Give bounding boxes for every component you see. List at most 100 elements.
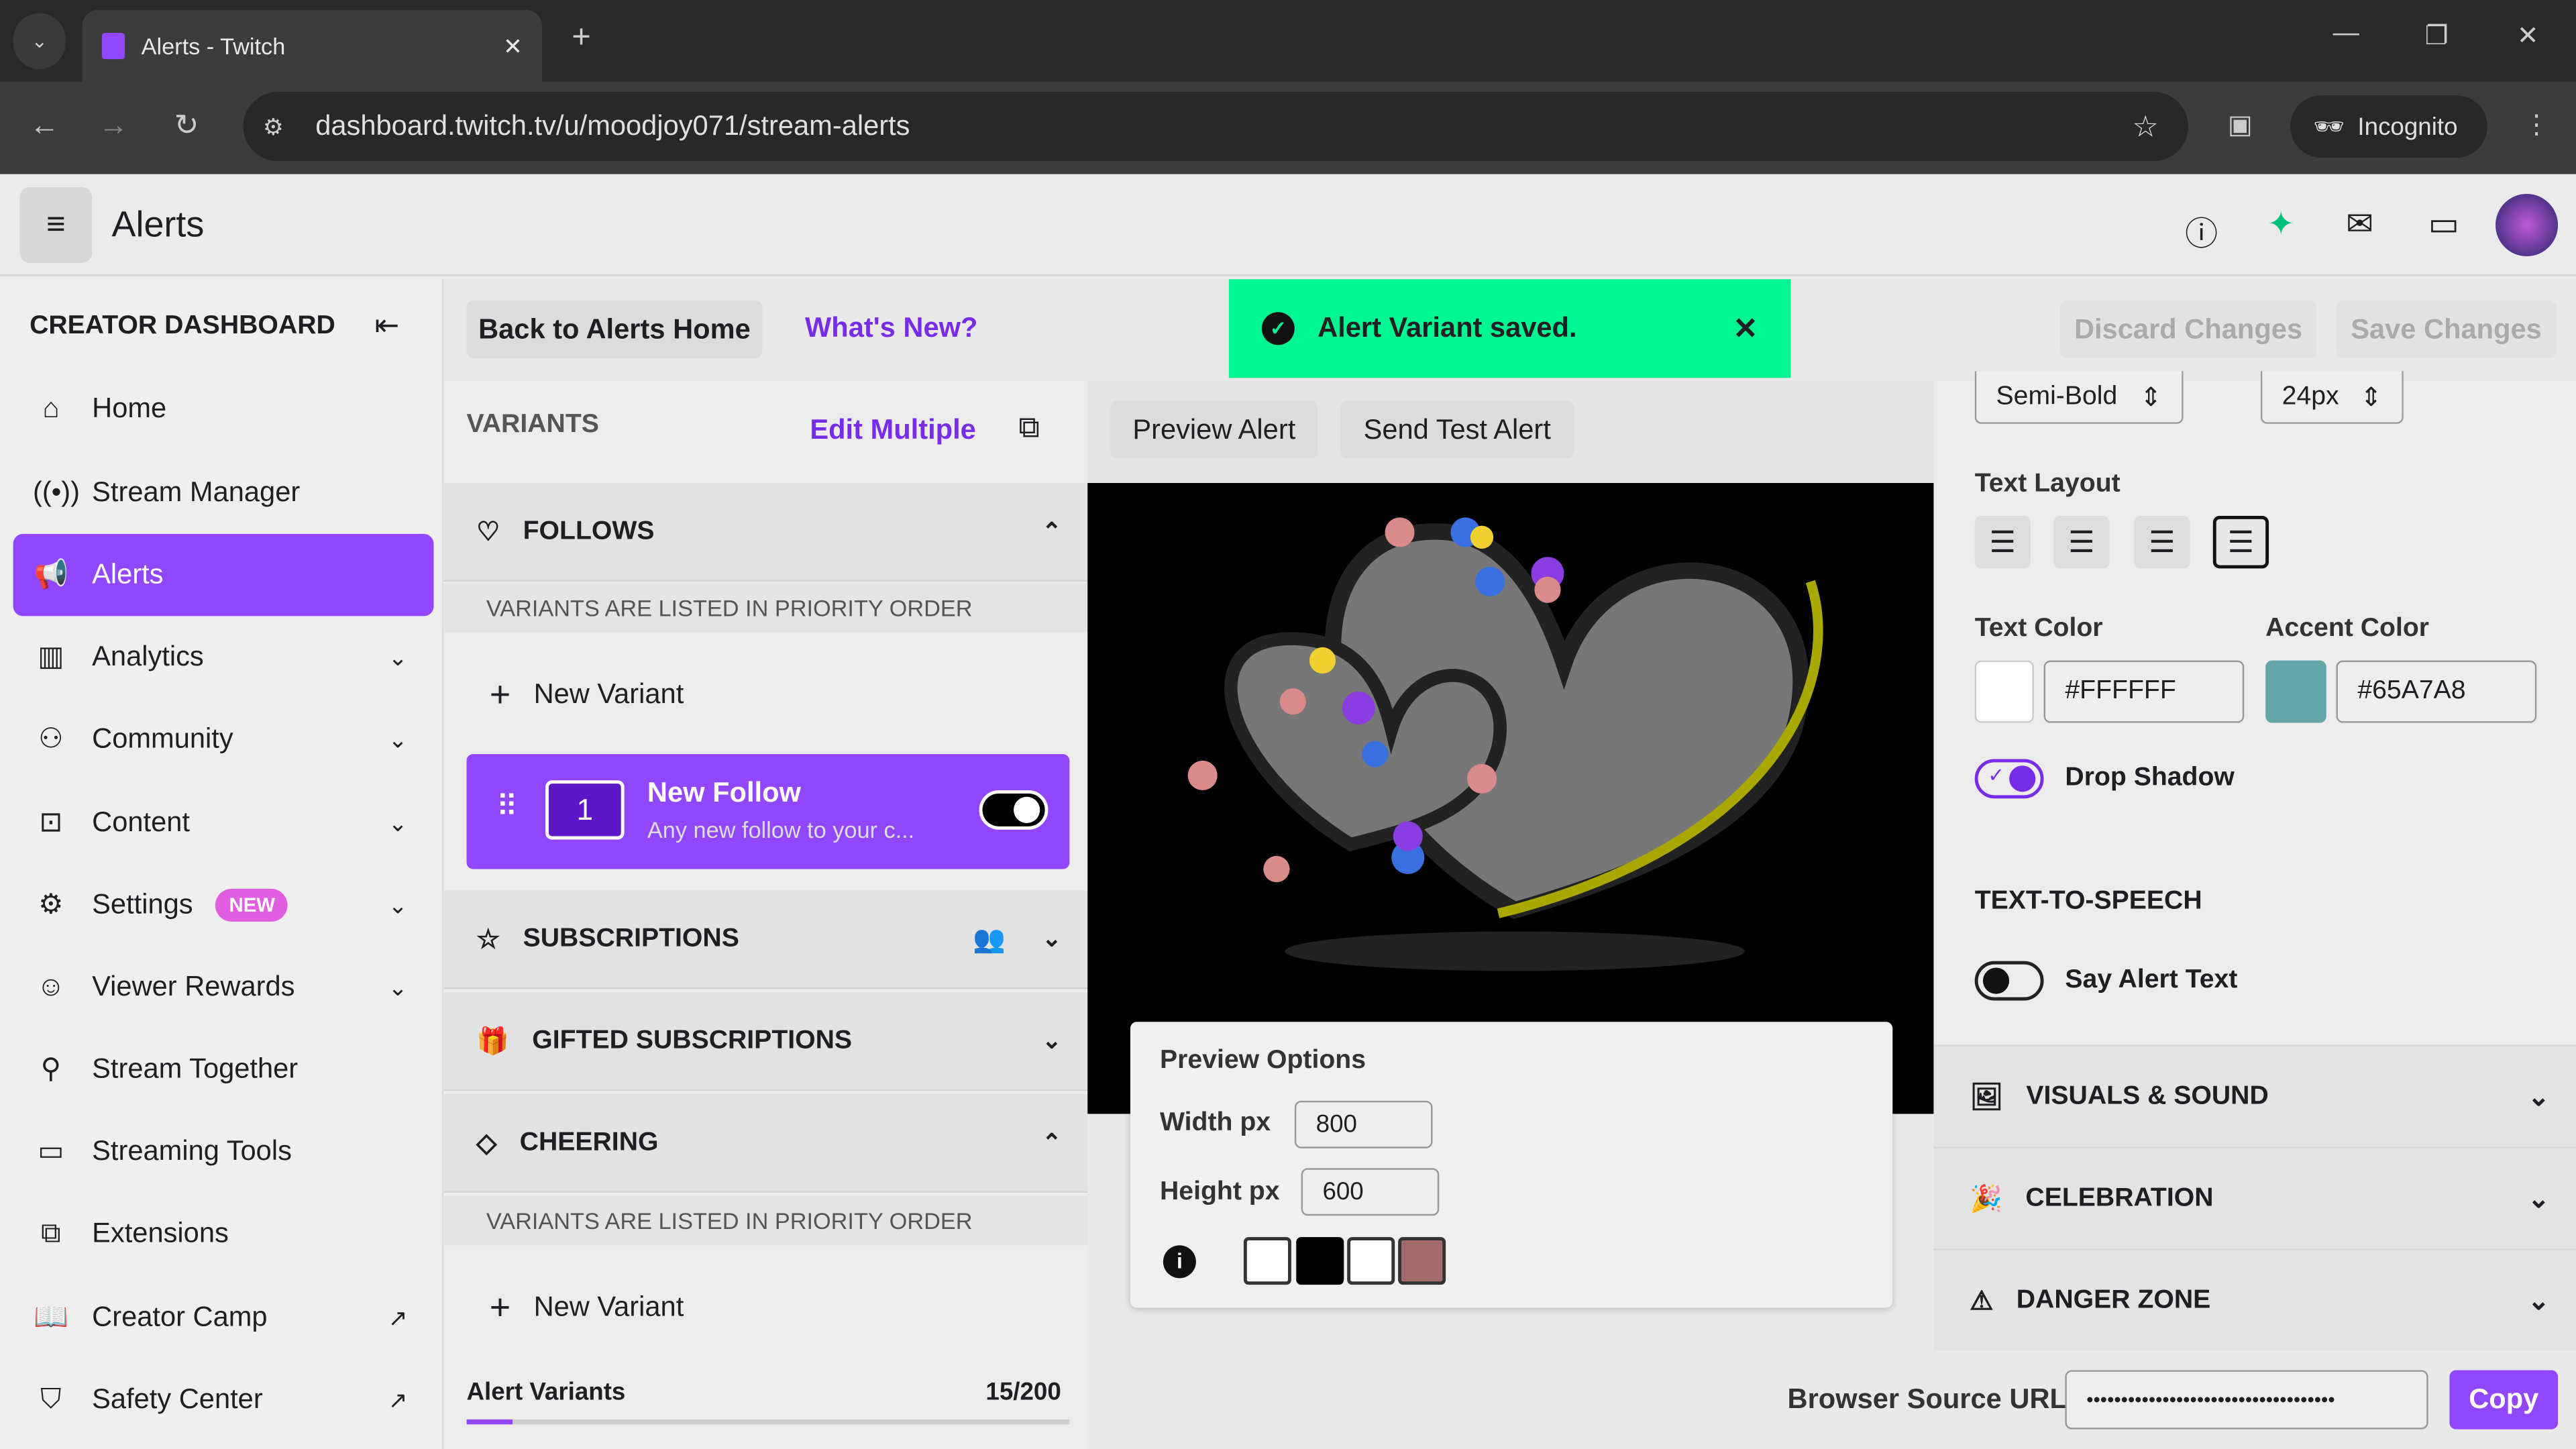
font-weight-select[interactable]: Semi-Bold ⇕ [1974, 371, 2184, 424]
rewards-icon: ☺ [36, 971, 66, 1002]
subscriptions-section-header[interactable]: ☆ SUBSCRIPTIONS 👥 ⌄ [443, 890, 1088, 989]
send-test-alert-button[interactable]: Send Test Alert [1340, 400, 1574, 459]
users-icon[interactable]: 👥 [973, 922, 1006, 955]
visuals-sound-section[interactable]: 🖼 VISUALS & SOUND ⌄ [1933, 1044, 2576, 1147]
sidebar-item-content[interactable]: ⊡ Content ⌄ [13, 782, 434, 864]
sparkle-icon[interactable]: ✦ [2267, 204, 2295, 245]
browser-tab-bar: ⌄ Alerts - Twitch ✕ + — ❐ ✕ [0, 0, 2576, 83]
discard-changes-button[interactable]: Discard Changes [2060, 301, 2317, 358]
follows-section-header[interactable]: ♡ FOLLOWS ⌃ [443, 483, 1088, 582]
help-icon[interactable]: ⓘ [2185, 207, 2218, 255]
accent-color-input[interactable]: #65A7A8 [2336, 660, 2537, 723]
align-right-icon[interactable]: ☰ [2134, 515, 2190, 569]
section-title: CHEERING [519, 1128, 659, 1156]
info-icon[interactable]: i [1163, 1245, 1196, 1279]
priority-note: VARIANTS ARE LISTED IN PRIORITY ORDER [443, 1195, 1088, 1246]
save-changes-button[interactable]: Save Changes [2336, 301, 2557, 358]
gifted-subscriptions-section-header[interactable]: 🎁 GIFTED SUBSCRIPTIONS ⌄ [443, 992, 1088, 1091]
chevron-down-icon: ⌄ [388, 725, 408, 752]
collapse-sidebar-icon[interactable]: ⇤ [374, 309, 399, 343]
bookmark-star-icon[interactable]: ☆ [2132, 109, 2159, 144]
url-field[interactable]: ⚙ dashboard.twitch.tv/u/moodjoy071/strea… [243, 92, 2189, 162]
sidebar-item-streaming-tools[interactable]: ▭ Streaming Tools [13, 1111, 434, 1193]
font-size-select[interactable]: 24px ⇕ [2260, 371, 2404, 424]
toast-message: Alert Variant saved. [1318, 312, 1577, 343]
bg-white-swatch[interactable] [1347, 1237, 1395, 1285]
sidebar-item-creator-camp[interactable]: 📖 Creator Camp ↗ [13, 1277, 434, 1358]
sidebar-item-alerts[interactable]: 📢 Alerts [13, 533, 434, 616]
back-to-alerts-home-button[interactable]: Back to Alerts Home [466, 301, 763, 358]
variant-enabled-toggle[interactable] [979, 790, 1049, 830]
plus-icon: + [489, 1286, 511, 1328]
chevron-down-icon: ⌄ [2528, 1185, 2550, 1214]
drag-handle-icon[interactable]: ⠿ [496, 790, 518, 824]
copy-button[interactable]: Copy [2449, 1370, 2559, 1430]
height-input[interactable]: 600 [1301, 1168, 1440, 1216]
variant-subtitle: Any new follow to your c... [647, 816, 915, 843]
say-alert-text-toggle[interactable] [1974, 961, 2044, 1001]
close-toast-icon[interactable]: ✕ [1733, 311, 1758, 345]
accent-color-label: Accent Color [2265, 614, 2430, 643]
back-icon[interactable]: ← [30, 109, 59, 143]
minimize-icon[interactable]: — [2333, 19, 2359, 49]
preview-options-panel: Preview Options Width px 800 Height px 6… [1130, 1022, 1893, 1308]
url-text: dashboard.twitch.tv/u/moodjoy071/stream-… [315, 110, 910, 142]
sidebar-item-stream-manager[interactable]: ((•)) Stream Manager [13, 451, 434, 533]
inbox-icon[interactable]: ✉ [2346, 204, 2373, 245]
width-input[interactable]: 800 [1294, 1100, 1433, 1148]
drop-shadow-toggle[interactable]: ✓ [1974, 759, 2044, 799]
side-panel-icon[interactable]: ▣ [2228, 109, 2253, 142]
close-tab-icon[interactable]: ✕ [503, 32, 523, 60]
text-color-swatch[interactable] [1974, 660, 2034, 723]
duplicate-icon[interactable]: ⧉ [1018, 411, 1039, 445]
edit-multiple-link[interactable]: Edit Multiple [810, 414, 975, 447]
variant-title: New Follow [647, 777, 801, 808]
label: Extensions [92, 1217, 229, 1249]
sidebar-item-settings[interactable]: ⚙ Settings NEW ⌄ [13, 864, 434, 946]
close-window-icon[interactable]: ✕ [2517, 19, 2539, 52]
menu-button[interactable]: ≡ [19, 187, 93, 263]
bg-mauve-swatch[interactable] [1398, 1237, 1446, 1285]
celebration-section[interactable]: 🎉 CELEBRATION ⌄ [1933, 1146, 2576, 1249]
reload-icon[interactable]: ↻ [174, 109, 199, 143]
align-justify-icon[interactable]: ☰ [2212, 515, 2269, 569]
danger-zone-section[interactable]: ⚠ DANGER ZONE ⌄ [1933, 1248, 2576, 1351]
variant-card-new-follow[interactable]: ⠿ 1 New Follow Any new follow to your c.… [466, 754, 1070, 869]
browser-tab[interactable]: Alerts - Twitch ✕ [82, 9, 543, 83]
section-title: GIFTED SUBSCRIPTIONS [532, 1026, 853, 1055]
browser-source-url-input[interactable]: •••••••••••••••••••••••••••••••••••• [2065, 1370, 2428, 1430]
text-color-input[interactable]: #FFFFFF [2043, 660, 2245, 723]
new-variant-button[interactable]: + New Variant [490, 1287, 684, 1330]
chevron-up-icon: ⌃ [1042, 1128, 1062, 1155]
updown-icon: ⇕ [2140, 383, 2162, 412]
chevron-down-icon: ⌄ [388, 643, 408, 669]
cheering-section-header[interactable]: ◇ CHEERING ⌃ [443, 1094, 1088, 1193]
new-variant-button[interactable]: + New Variant [490, 674, 684, 716]
whispers-icon[interactable]: ▭ [2428, 204, 2459, 245]
sidebar-item-stream-together[interactable]: ⚲ Stream Together [13, 1028, 434, 1110]
sidebar-item-home[interactable]: ⌂ Home [13, 368, 434, 450]
site-info-icon[interactable]: ⚙ [263, 113, 284, 141]
accent-color-swatch[interactable] [2265, 660, 2326, 723]
bg-black-swatch[interactable] [1296, 1237, 1344, 1285]
tab-list-dropdown[interactable]: ⌄ [13, 13, 66, 69]
whats-new-link[interactable]: What's New? [805, 312, 977, 345]
avatar[interactable] [2496, 193, 2559, 257]
forward-icon[interactable]: → [99, 109, 128, 143]
align-left-icon[interactable]: ☰ [1974, 515, 2031, 569]
sidebar-item-viewer-rewards[interactable]: ☺ Viewer Rewards ⌄ [13, 947, 434, 1028]
browser-menu-icon[interactable]: ⋮ [2524, 109, 2550, 142]
sidebar-item-analytics[interactable]: ▥ Analytics ⌄ [13, 616, 434, 698]
label: Streaming Tools [92, 1135, 292, 1167]
preview-alert-button[interactable]: Preview Alert [1110, 400, 1318, 459]
align-center-icon[interactable]: ☰ [2053, 515, 2110, 569]
bg-transparent-swatch[interactable] [1243, 1237, 1291, 1285]
priority-note: VARIANTS ARE LISTED IN PRIORITY ORDER [443, 583, 1088, 633]
restore-icon[interactable]: ❐ [2425, 19, 2449, 52]
incognito-badge[interactable]: 🕶 Incognito [2290, 95, 2487, 158]
sidebar-item-community[interactable]: ⚇ Community ⌄ [13, 698, 434, 780]
sidebar-item-safety-center[interactable]: ⛉ Safety Center ↗ [13, 1358, 434, 1440]
sidebar-item-extensions[interactable]: ⧉ Extensions [13, 1193, 434, 1275]
updown-icon: ⇕ [2360, 383, 2383, 412]
new-tab-button[interactable]: + [572, 19, 591, 57]
